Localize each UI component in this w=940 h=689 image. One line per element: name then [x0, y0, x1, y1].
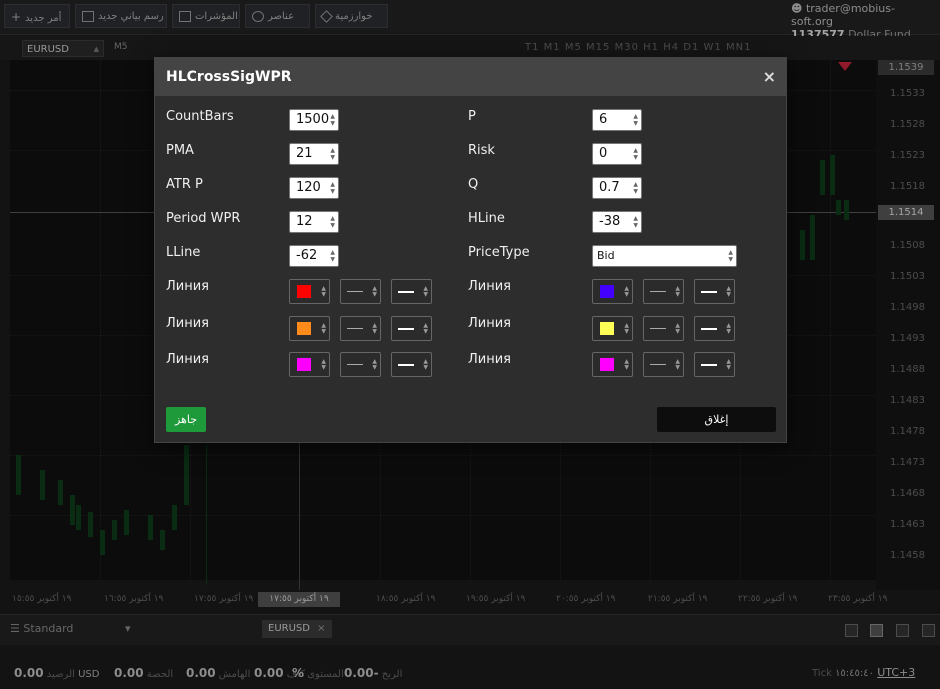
line-label: Линия [468, 316, 511, 331]
lline-input[interactable]: -62 ▲ ▼ [289, 245, 339, 267]
param-label: HLine [468, 211, 505, 226]
line-style-select[interactable]: ▲ ▼ [340, 352, 381, 377]
line-width-icon [398, 328, 414, 330]
line-color-picker[interactable]: ▲ ▼ [289, 352, 330, 377]
hline-input[interactable]: -38 ▲ ▼ [592, 211, 642, 233]
risk-input[interactable]: 0 ▲ ▼ [592, 143, 642, 165]
ok-button[interactable]: جاهز [166, 407, 206, 432]
line-style-select[interactable]: ▲ ▼ [643, 316, 684, 341]
param-label: Period WPR [166, 211, 241, 226]
param-label: CountBars [166, 109, 234, 124]
param-label: PriceType [468, 245, 530, 260]
line-width-icon [701, 291, 717, 293]
line-label: Линия [166, 352, 209, 367]
line-style-icon [650, 291, 666, 292]
color-swatch [600, 322, 614, 335]
line-width-select[interactable]: ▲ ▼ [694, 279, 735, 304]
line-width-icon [398, 364, 414, 366]
color-swatch [297, 322, 311, 335]
line-width-select[interactable]: ▲ ▼ [391, 279, 432, 304]
line-label: Линия [468, 352, 511, 367]
line-color-picker[interactable]: ▲ ▼ [592, 279, 633, 304]
stepper-icon: ▲ ▼ [728, 249, 733, 263]
line-color-picker[interactable]: ▲ ▼ [289, 316, 330, 341]
param-label: PMA [166, 143, 194, 158]
atr-p-input[interactable]: 120 ▲ ▼ [289, 177, 339, 199]
pma-input[interactable]: 21 ▲ ▼ [289, 143, 339, 165]
line-label: Линия [468, 279, 511, 294]
stepper-icon[interactable]: ▲ ▼ [633, 181, 638, 195]
line-style-icon [650, 328, 666, 329]
line-style-icon [650, 364, 666, 365]
dialog-title: HLCrossSigWPR [166, 69, 292, 85]
line-color-picker[interactable]: ▲ ▼ [592, 352, 633, 377]
close-button[interactable]: إغلاق [657, 407, 776, 432]
line-label: Линия [166, 279, 209, 294]
p-input[interactable]: 6 ▲ ▼ [592, 109, 642, 131]
line-style-select[interactable]: ▲ ▼ [643, 279, 684, 304]
param-label: P [468, 109, 476, 124]
line-width-icon [701, 328, 717, 330]
line-width-select[interactable]: ▲ ▼ [391, 352, 432, 377]
line-style-icon [347, 291, 363, 292]
dialog-header: HLCrossSigWPR × [155, 58, 786, 96]
line-style-select[interactable]: ▲ ▼ [340, 316, 381, 341]
close-icon[interactable]: × [763, 67, 776, 86]
param-label: ATR P [166, 177, 203, 192]
line-style-select[interactable]: ▲ ▼ [643, 352, 684, 377]
stepper-icon[interactable]: ▲ ▼ [330, 147, 335, 161]
line-label: Линия [166, 316, 209, 331]
param-label: Q [468, 177, 479, 192]
line-color-picker[interactable]: ▲ ▼ [289, 279, 330, 304]
color-swatch [600, 285, 614, 298]
color-swatch [297, 285, 311, 298]
stepper-icon[interactable]: ▲ ▼ [330, 113, 335, 127]
line-color-picker[interactable]: ▲ ▼ [592, 316, 633, 341]
stepper-icon[interactable]: ▲ ▼ [633, 147, 638, 161]
stepper-icon[interactable]: ▲ ▼ [330, 181, 335, 195]
stepper-icon[interactable]: ▲ ▼ [633, 215, 638, 229]
stepper-icon[interactable]: ▲ ▼ [330, 215, 335, 229]
param-label: Risk [468, 143, 495, 158]
pricetype-select[interactable]: Bid ▲ ▼ [592, 245, 737, 267]
line-width-select[interactable]: ▲ ▼ [694, 352, 735, 377]
countbars-input[interactable]: 1500 ▲ ▼ [289, 109, 339, 131]
line-width-icon [398, 291, 414, 293]
indicator-settings-dialog: HLCrossSigWPR × CountBars 1500 ▲ ▼ PMA 21 ▲… [154, 57, 787, 443]
stepper-icon[interactable]: ▲ ▼ [330, 249, 335, 263]
line-style-icon [347, 364, 363, 365]
period-wpr-input[interactable]: 12 ▲ ▼ [289, 211, 339, 233]
line-width-select[interactable]: ▲ ▼ [694, 316, 735, 341]
line-width-select[interactable]: ▲ ▼ [391, 316, 432, 341]
line-style-select[interactable]: ▲ ▼ [340, 279, 381, 304]
line-style-icon [347, 328, 363, 329]
param-label: LLine [166, 245, 201, 260]
color-swatch [297, 358, 311, 371]
q-input[interactable]: 0.7 ▲ ▼ [592, 177, 642, 199]
line-width-icon [701, 364, 717, 366]
stepper-icon[interactable]: ▲ ▼ [633, 113, 638, 127]
color-swatch [600, 358, 614, 371]
